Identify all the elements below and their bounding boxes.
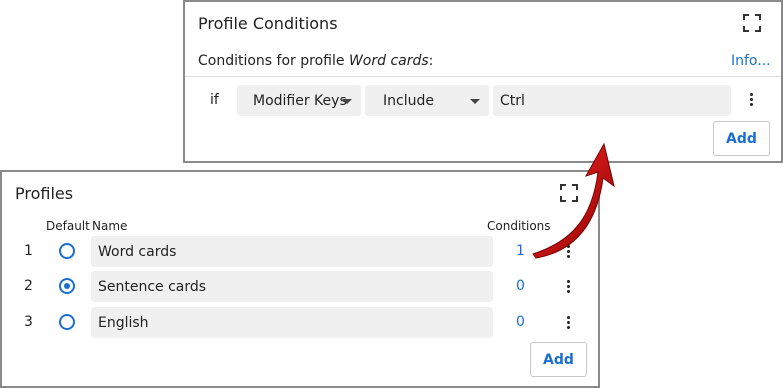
radio-selected-dot xyxy=(64,283,70,289)
subtitle-suffix: : xyxy=(428,53,434,69)
default-radio[interactable] xyxy=(59,243,75,259)
default-radio[interactable] xyxy=(59,314,75,330)
more-options-icon[interactable] xyxy=(561,314,575,332)
default-radio[interactable] xyxy=(59,278,75,294)
profile-name-text: Word cards xyxy=(98,243,177,260)
expand-icon[interactable] xyxy=(743,14,761,32)
condition-type-value: Modifier Keys xyxy=(253,92,347,109)
header-default: Default xyxy=(46,219,90,233)
condition-value-input[interactable]: Ctrl xyxy=(493,85,731,116)
conditions-count-link[interactable]: 0 xyxy=(516,278,525,294)
profile-name-text: English xyxy=(98,314,149,331)
info-link[interactable]: Info... xyxy=(731,53,771,69)
more-options-icon[interactable] xyxy=(561,278,575,296)
profiles-panel: Profiles Default Name Conditions 1 Word … xyxy=(0,170,600,388)
more-options-icon[interactable] xyxy=(561,243,575,261)
add-condition-button[interactable]: Add xyxy=(713,121,770,156)
expand-icon[interactable] xyxy=(560,184,578,202)
subtitle-profile-name: Word cards xyxy=(348,53,429,69)
chevron-down-icon xyxy=(342,98,352,104)
profile-conditions-title: Profile Conditions xyxy=(198,14,338,33)
conditions-subtitle: Conditions for profile Word cards: xyxy=(198,53,433,69)
condition-value-text: Ctrl xyxy=(500,92,525,109)
condition-type-select[interactable]: Modifier Keys xyxy=(237,85,361,116)
row-number: 3 xyxy=(24,314,33,330)
more-options-icon[interactable] xyxy=(744,91,758,109)
header-name: Name xyxy=(92,219,128,233)
divider xyxy=(185,76,781,77)
add-profile-button[interactable]: Add xyxy=(530,342,587,377)
profile-name-input[interactable]: Sentence cards xyxy=(91,271,493,302)
row-number: 2 xyxy=(24,278,33,294)
profile-name-input[interactable]: English xyxy=(91,307,493,338)
profiles-title: Profiles xyxy=(15,184,74,203)
subtitle-prefix: Conditions for profile xyxy=(198,53,349,69)
profile-name-input[interactable]: Word cards xyxy=(91,236,493,267)
condition-if-keyword: if xyxy=(210,92,219,108)
profile-name-text: Sentence cards xyxy=(98,278,207,295)
condition-operator-select[interactable]: Include xyxy=(365,85,489,116)
profile-conditions-panel: Profile Conditions Conditions for profil… xyxy=(183,0,783,163)
header-conditions: Conditions xyxy=(487,219,551,233)
row-number: 1 xyxy=(24,243,33,259)
condition-operator-value: Include xyxy=(383,92,434,109)
conditions-count-link[interactable]: 0 xyxy=(516,314,525,330)
chevron-down-icon xyxy=(470,98,480,104)
conditions-count-link[interactable]: 1 xyxy=(516,243,525,259)
